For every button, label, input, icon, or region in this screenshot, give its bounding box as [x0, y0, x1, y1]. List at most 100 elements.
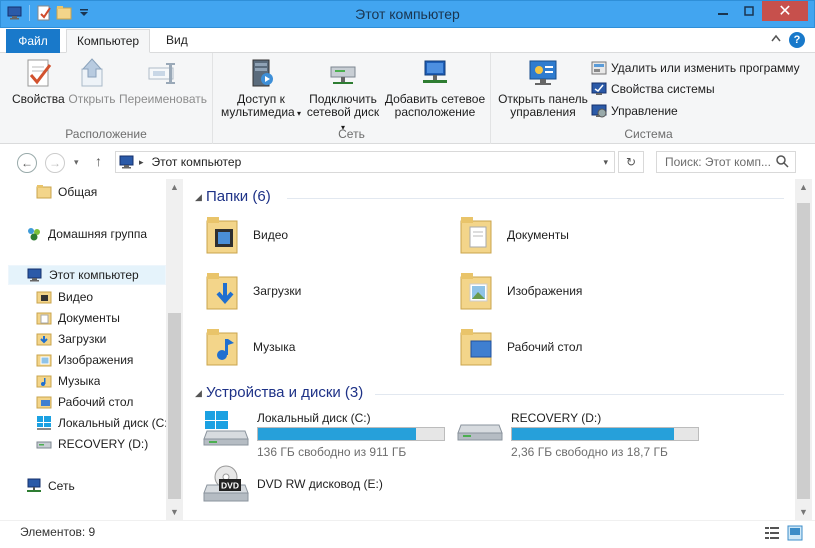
- music-folder-icon: [36, 373, 52, 389]
- nav-item-desktop[interactable]: Рабочий стол: [36, 392, 133, 412]
- group-label-location: Расположение: [65, 127, 147, 141]
- nav-label: Рабочий стол: [58, 395, 134, 409]
- maximize-button[interactable]: [736, 1, 762, 21]
- search-placeholder: Поиск: Этот комп...: [665, 155, 771, 169]
- control-panel-button[interactable]: Открыть панель управления: [495, 57, 591, 119]
- window-title: Этот компьютер: [355, 6, 460, 22]
- minimize-ribbon-icon[interactable]: [771, 33, 781, 45]
- map-drive-button[interactable]: Подключить сетевой диск ▾: [305, 57, 381, 134]
- drive-usage-bar: [257, 427, 445, 441]
- rename-button[interactable]: Переименовать: [118, 57, 208, 106]
- properties-label: Свойства: [12, 92, 65, 106]
- drive-d[interactable]: RECOVERY (D:) 2,36 ГБ свободно из 18,7 Г…: [457, 409, 707, 461]
- drive-c[interactable]: Локальный диск (C:) 136 ГБ свободно из 9…: [203, 409, 453, 461]
- nav-item-music[interactable]: Музыка: [36, 371, 100, 391]
- forward-button[interactable]: →: [45, 153, 65, 173]
- scrollbar-thumb[interactable]: [797, 203, 810, 499]
- folder-images[interactable]: Изображения: [459, 271, 582, 311]
- properties-icon: [22, 57, 54, 89]
- computer-icon: [119, 154, 135, 170]
- up-arrow-icon[interactable]: ↑: [95, 153, 102, 169]
- devices-header[interactable]: Устройства и диски (3): [206, 384, 363, 401]
- nav-item-documents[interactable]: Документы: [36, 308, 120, 328]
- nav-item-this-pc[interactable]: Этот компьютер: [8, 265, 166, 285]
- folders-header[interactable]: Папки (6): [206, 188, 271, 205]
- nav-item-images[interactable]: Изображения: [36, 350, 133, 370]
- help-icon[interactable]: ?: [789, 32, 805, 48]
- tab-computer[interactable]: Компьютер: [66, 29, 151, 53]
- scroll-down-icon[interactable]: ▼: [166, 507, 183, 517]
- content-scrollbar[interactable]: ▲ ▼: [795, 179, 812, 520]
- folder-label: Изображения: [507, 284, 583, 298]
- drive-name: RECOVERY (D:): [511, 411, 602, 425]
- folder-label: Загрузки: [253, 284, 302, 298]
- drive-usage-fill: [258, 428, 417, 440]
- minimize-button[interactable]: [710, 1, 736, 21]
- address-history-dropdown-icon[interactable]: ▾: [603, 157, 608, 168]
- folder-video[interactable]: Видео: [205, 215, 288, 255]
- close-button[interactable]: ✕: [762, 1, 808, 21]
- nav-label: Документы: [58, 311, 120, 325]
- nav-item-downloads[interactable]: Загрузки: [36, 329, 106, 349]
- scrollbar-thumb[interactable]: [168, 313, 181, 499]
- nav-item-local-disk[interactable]: Локальный диск (C:: [36, 413, 166, 433]
- address-bar[interactable]: ▸ Этот компьютер ▾: [115, 151, 615, 173]
- section-title: Устройства и диски (3): [206, 384, 364, 401]
- refresh-button[interactable]: ↻: [618, 151, 644, 173]
- folder-label: Рабочий стол: [507, 340, 583, 354]
- large-icons-view-icon[interactable]: [787, 525, 803, 541]
- folder-label: Видео: [253, 228, 289, 242]
- details-view-icon[interactable]: [764, 525, 780, 541]
- nav-pane-scrollbar[interactable]: ▲ ▼: [166, 179, 183, 520]
- manage-icon: [591, 103, 607, 119]
- nav-label: Сеть: [48, 479, 75, 493]
- folder-music[interactable]: Музыка: [205, 327, 295, 367]
- dvd-badge: DVD: [221, 481, 239, 491]
- open-button[interactable]: Открыть: [66, 57, 118, 106]
- system-properties-button[interactable]: Свойства системы: [591, 80, 715, 98]
- images-folder-icon: [459, 271, 495, 311]
- scroll-down-icon[interactable]: ▼: [795, 507, 812, 517]
- scroll-up-icon[interactable]: ▲: [166, 182, 183, 192]
- nav-label: Домашняя группа: [48, 227, 148, 241]
- collapse-folders-icon[interactable]: ◢: [195, 192, 202, 203]
- nav-item-shared[interactable]: Общая: [36, 182, 97, 202]
- search-input[interactable]: Поиск: Этот комп...: [656, 151, 796, 173]
- drive-icon: [457, 409, 503, 447]
- tab-file[interactable]: Файл: [6, 29, 60, 53]
- back-button[interactable]: ←: [17, 153, 37, 173]
- windows-drive-icon: [203, 409, 249, 447]
- section-divider: [375, 394, 784, 395]
- folder-documents[interactable]: Документы: [459, 215, 569, 255]
- window-controls: ✕: [710, 1, 808, 21]
- tab-view[interactable]: Вид: [156, 29, 198, 53]
- nav-item-homegroup[interactable]: Домашняя группа: [26, 224, 147, 244]
- control-panel-icon: [527, 57, 559, 89]
- uninstall-program-button[interactable]: Удалить или изменить программу: [591, 59, 800, 77]
- item-count: Элементов: 9: [20, 525, 96, 539]
- scroll-up-icon[interactable]: ▲: [795, 182, 812, 192]
- nav-item-network[interactable]: Сеть: [26, 476, 75, 496]
- media-access-label-line2: мультимедиа: [221, 105, 295, 119]
- add-network-location-button[interactable]: Добавить сетевое расположение: [383, 57, 487, 119]
- recent-locations-dropdown-icon[interactable]: ▾: [74, 157, 79, 168]
- content-pane: ◢ Папки (6) Видео Документы Загрузки Изо…: [183, 179, 815, 520]
- folder-downloads[interactable]: Загрузки: [205, 271, 301, 311]
- ribbon-group-network: Доступ к мультимедиа ▾ Подключить сетево…: [213, 53, 491, 144]
- nav-item-video[interactable]: Видео: [36, 287, 93, 307]
- collapse-devices-icon[interactable]: ◢: [195, 388, 202, 399]
- nav-item-recovery[interactable]: RECOVERY (D:): [36, 434, 148, 454]
- system-properties-label: Свойства системы: [611, 82, 715, 96]
- breadcrumb[interactable]: Этот компьютер: [152, 155, 242, 169]
- media-access-button[interactable]: Доступ к мультимедиа ▾: [219, 57, 303, 120]
- drive-dvd[interactable]: DVD DVD RW дисковод (E:): [203, 465, 453, 513]
- breadcrumb-chevron-icon[interactable]: ▸: [139, 157, 144, 168]
- folder-label: Документы: [507, 228, 569, 242]
- manage-button[interactable]: Управление: [591, 102, 678, 120]
- group-label-network: Сеть: [338, 127, 365, 141]
- properties-button[interactable]: Свойства: [12, 57, 65, 106]
- dropdown-arrow-icon: ▾: [294, 109, 301, 118]
- video-folder-icon: [205, 215, 241, 255]
- drive-name: DVD RW дисковод (E:): [257, 477, 383, 491]
- folder-desktop[interactable]: Рабочий стол: [459, 327, 582, 367]
